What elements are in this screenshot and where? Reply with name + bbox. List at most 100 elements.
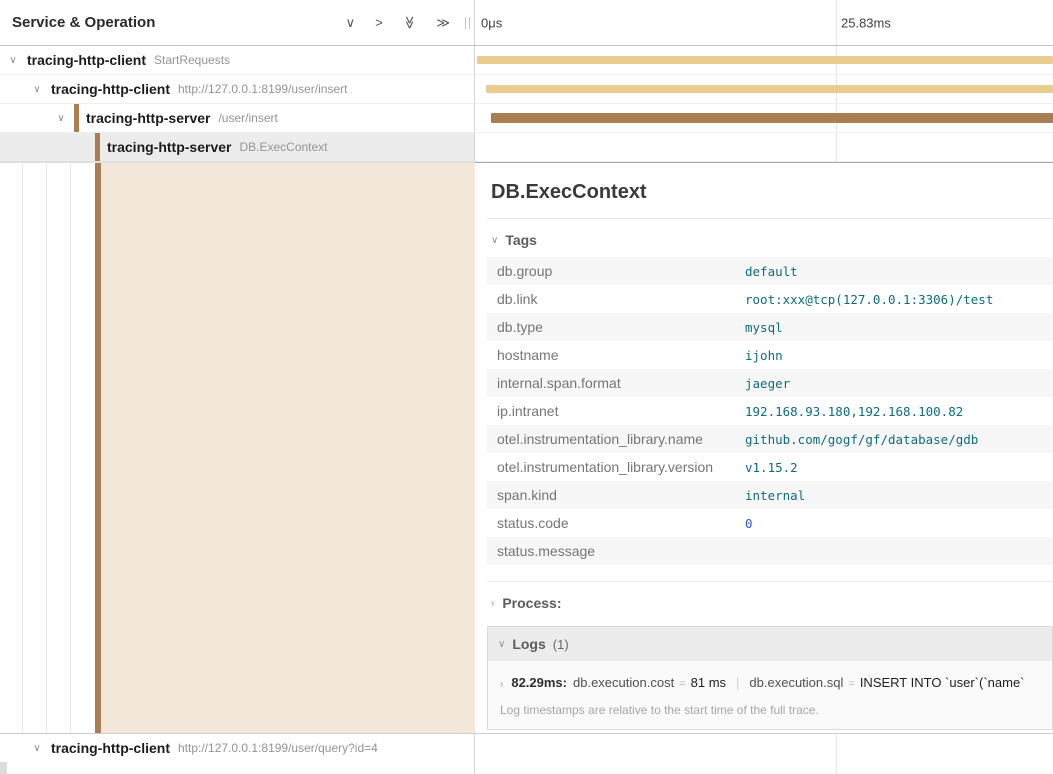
span-timeline-cell[interactable] bbox=[475, 46, 1053, 75]
timeline-gridline bbox=[836, 734, 837, 762]
service-name: tracing-http-server bbox=[86, 110, 210, 126]
span-detail-region: DB.ExecContext ∨ Tags db.groupdefault db… bbox=[0, 162, 1053, 733]
tags-title: Tags bbox=[505, 232, 537, 248]
tag-row: span.kindinternal bbox=[487, 481, 1053, 509]
span-name-cell[interactable]: tracing-http-server DB.ExecContext bbox=[0, 133, 475, 162]
log-field-key: db.execution.cost bbox=[573, 675, 674, 690]
chevron-down-icon: ∨ bbox=[498, 639, 505, 650]
tag-row: otel.instrumentation_library.versionv1.1… bbox=[487, 453, 1053, 481]
operation-name: /user/insert bbox=[218, 111, 277, 125]
chevron-down-icon[interactable]: ∨ bbox=[54, 113, 68, 124]
span-row-user-insert-server[interactable]: ∨ tracing-http-server /user/insert bbox=[0, 104, 1053, 133]
span-detail-panel: DB.ExecContext ∨ Tags db.groupdefault db… bbox=[475, 162, 1053, 733]
service-name: tracing-http-client bbox=[51, 81, 170, 97]
tag-value: v1.15.2 bbox=[735, 453, 1053, 481]
span-name-cell[interactable]: ∨ tracing-http-client StartRequests bbox=[0, 46, 475, 75]
process-accordion-header[interactable]: › Process: bbox=[487, 581, 1053, 624]
log-field-key: db.execution.sql bbox=[749, 675, 843, 690]
span-name-cell[interactable]: ∨ tracing-http-client http://127.0.0.1:8… bbox=[0, 75, 475, 104]
chevron-right-icon: › bbox=[500, 679, 503, 690]
tag-row: otel.instrumentation_library.namegithub.… bbox=[487, 425, 1053, 453]
log-field-value: 81 ms bbox=[691, 675, 726, 690]
tag-value: ijohn bbox=[735, 341, 1053, 369]
logs-section: ∨ Logs (1) › 82.29ms: db.execution.cost=… bbox=[487, 626, 1053, 730]
bottom-strip bbox=[0, 762, 1053, 774]
tag-row: db.linkroot:xxx@tcp(127.0.0.1:3306)/test bbox=[487, 285, 1053, 313]
chevron-right-icon: › bbox=[491, 598, 494, 609]
span-rows: ∨ tracing-http-client StartRequests ∨ tr… bbox=[0, 46, 1053, 162]
span-timeline-cell[interactable] bbox=[475, 75, 1053, 104]
trace-timeline-view: Service & Operation ∨ > ≫ ≫ 0μs 25.83ms … bbox=[0, 0, 1053, 774]
collapse-one-icon[interactable]: ∨ bbox=[346, 16, 356, 29]
log-field: db.execution.cost=81 ms bbox=[573, 675, 726, 690]
span-row-start-requests[interactable]: ∨ tracing-http-client StartRequests bbox=[0, 46, 1053, 75]
logs-footnote: Log timestamps are relative to the start… bbox=[500, 703, 1040, 717]
span-timeline-cell[interactable] bbox=[475, 734, 1053, 762]
span-timeline-cell[interactable] bbox=[475, 104, 1053, 133]
span-color-indicator bbox=[95, 133, 100, 161]
indent-guideline bbox=[46, 163, 47, 733]
tag-value: default bbox=[735, 257, 1053, 285]
log-timestamp: 82.29ms: bbox=[511, 675, 567, 690]
span-duration-bar[interactable] bbox=[491, 113, 1053, 123]
chevron-down-icon[interactable]: ∨ bbox=[6, 55, 20, 66]
logs-body: › 82.29ms: db.execution.cost=81 ms | db.… bbox=[488, 661, 1052, 729]
indent-guideline bbox=[70, 163, 71, 733]
tags-accordion-header[interactable]: ∨ Tags bbox=[487, 219, 1053, 257]
span-duration-bar[interactable] bbox=[477, 56, 1053, 64]
logs-title: Logs bbox=[512, 636, 545, 652]
tag-key: otel.instrumentation_library.version bbox=[487, 453, 735, 481]
tag-key: db.link bbox=[487, 285, 735, 313]
span-timeline-cell[interactable] bbox=[475, 133, 1053, 162]
tag-row: ip.intranet192.168.93.180,192.168.100.82 bbox=[487, 397, 1053, 425]
service-name: tracing-http-client bbox=[51, 740, 170, 756]
tag-row: status.code0 bbox=[487, 509, 1053, 537]
span-row-user-insert-client[interactable]: ∨ tracing-http-client http://127.0.0.1:8… bbox=[0, 75, 1053, 104]
timeline-gridline bbox=[836, 762, 837, 774]
logs-accordion-header[interactable]: ∨ Logs (1) bbox=[488, 627, 1052, 661]
tag-value: mysql bbox=[735, 313, 1053, 341]
tag-key: ip.intranet bbox=[487, 397, 735, 425]
tag-key: status.code bbox=[487, 509, 735, 537]
tag-value: 0 bbox=[735, 509, 1053, 537]
tag-value bbox=[735, 537, 1053, 565]
span-row-user-query[interactable]: ∨ tracing-http-client http://127.0.0.1:8… bbox=[0, 733, 1053, 762]
tag-value: jaeger bbox=[735, 369, 1053, 397]
ruler-gridline bbox=[836, 0, 837, 45]
tag-value: github.com/gogf/gf/database/gdb bbox=[735, 425, 1053, 453]
span-row-db-execcontext[interactable]: tracing-http-server DB.ExecContext bbox=[0, 133, 1053, 162]
tag-value: 192.168.93.180,192.168.100.82 bbox=[735, 397, 1053, 425]
expand-all-icon[interactable]: ≫ bbox=[436, 16, 450, 29]
tick-label-start: 0μs bbox=[481, 15, 502, 30]
span-name-cell[interactable]: ∨ tracing-http-server /user/insert bbox=[0, 104, 475, 133]
span-name-cell[interactable]: ∨ tracing-http-client http://127.0.0.1:8… bbox=[0, 734, 475, 762]
expand-one-icon[interactable]: > bbox=[375, 16, 383, 29]
tag-row: db.typemysql bbox=[487, 313, 1053, 341]
collapse-all-icon[interactable]: ≫ bbox=[403, 16, 416, 30]
timeline-gridline bbox=[836, 133, 837, 161]
column-resizer-handle[interactable] bbox=[465, 17, 470, 29]
operation-name: DB.ExecContext bbox=[239, 140, 327, 154]
scroll-corner bbox=[0, 762, 7, 774]
service-name: tracing-http-client bbox=[27, 52, 146, 68]
tag-key: internal.span.format bbox=[487, 369, 735, 397]
chevron-down-icon[interactable]: ∨ bbox=[30, 84, 44, 95]
tick-label-mid: 25.83ms bbox=[841, 15, 891, 30]
detail-row-tint bbox=[101, 163, 475, 733]
tag-value: root:xxx@tcp(127.0.0.1:3306)/test bbox=[735, 285, 1053, 313]
span-color-indicator bbox=[74, 104, 79, 132]
log-field-value: INSERT INTO `user`(`name` bbox=[860, 675, 1025, 690]
timeline-header: Service & Operation ∨ > ≫ ≫ 0μs 25.83ms bbox=[0, 0, 1053, 46]
span-duration-bar[interactable] bbox=[486, 85, 1053, 93]
detail-indent-area bbox=[0, 162, 475, 733]
span-detail-title: DB.ExecContext bbox=[487, 173, 1053, 219]
tag-key: span.kind bbox=[487, 481, 735, 509]
tag-row: status.message bbox=[487, 537, 1053, 565]
log-entry[interactable]: › 82.29ms: db.execution.cost=81 ms | db.… bbox=[500, 675, 1040, 690]
chevron-down-icon[interactable]: ∨ bbox=[30, 743, 44, 754]
timeline-ruler: 0μs 25.83ms bbox=[475, 0, 1053, 45]
tag-key: db.type bbox=[487, 313, 735, 341]
operation-name: http://127.0.0.1:8199/user/insert bbox=[178, 82, 347, 96]
tag-key: db.group bbox=[487, 257, 735, 285]
tree-controls: ∨ > ≫ ≫ bbox=[346, 16, 450, 29]
